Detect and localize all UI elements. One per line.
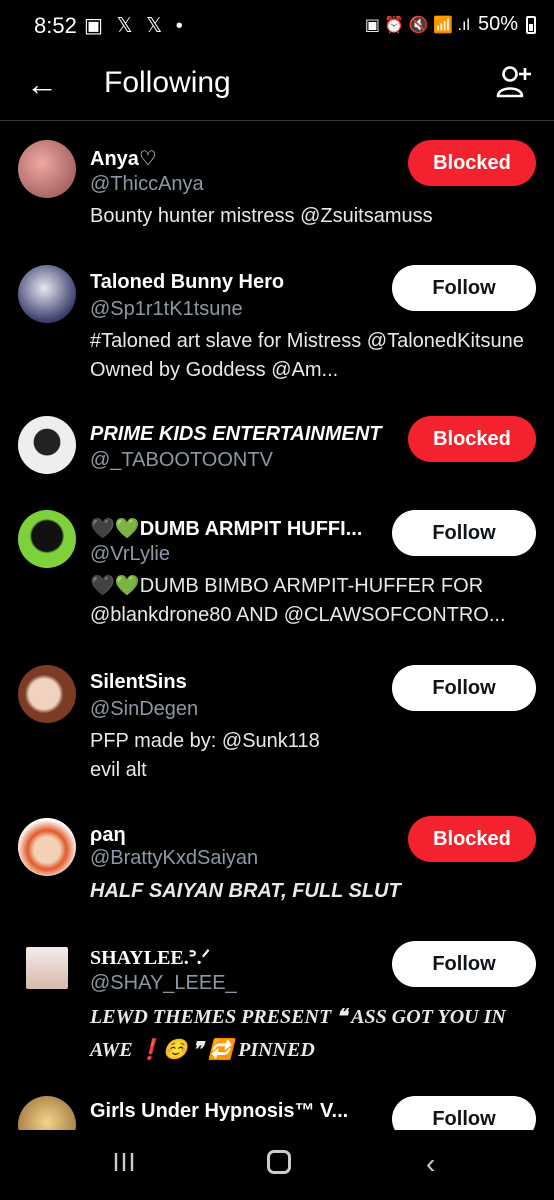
handle: @_TABOOTOONTV bbox=[90, 449, 273, 471]
handle: @ThiccAnya bbox=[90, 173, 204, 195]
page-title: Following bbox=[104, 66, 231, 99]
follow-button[interactable]: Follow bbox=[392, 510, 536, 556]
status-bar: 8:52 ▣ 𝕏 𝕏 • ▣ ⏰ 🔇 📶 .ıl 50% bbox=[0, 0, 554, 52]
display-name: Taloned Bunny Hero bbox=[90, 271, 285, 293]
handle: @BrattyKxdSaiyan bbox=[90, 847, 259, 869]
back-arrow-icon[interactable]: ← bbox=[26, 66, 58, 103]
display-name: Anya♡ bbox=[90, 148, 157, 170]
header: ← Following bbox=[0, 52, 554, 121]
nav-back-icon[interactable]: ‹ bbox=[426, 1148, 435, 1180]
bio: #Taloned art slave for Mistress @Taloned… bbox=[90, 330, 524, 381]
blocked-button[interactable]: Blocked bbox=[408, 816, 536, 862]
status-time: 8:52 bbox=[34, 13, 77, 38]
handle: @Sp1r1tK1tsune bbox=[90, 298, 243, 320]
display-name: ρaη bbox=[90, 824, 126, 846]
bio: HALF SAIYAN BRAT, FULL SLUT bbox=[90, 880, 401, 902]
bio: 🖤💚DUMB BIMBO ARMPIT-HUFFER FOR @blankdro… bbox=[90, 575, 506, 626]
battery-percent: 50% bbox=[477, 13, 518, 35]
avatar[interactable] bbox=[26, 947, 68, 989]
status-right: ▣ ⏰ 🔇 📶 .ıl 50% bbox=[365, 13, 536, 36]
avatar[interactable] bbox=[18, 818, 76, 876]
handle: @SinDegen bbox=[90, 698, 199, 720]
avatar[interactable] bbox=[18, 510, 76, 568]
avatar[interactable] bbox=[18, 665, 76, 723]
bio: LEWD THEMES PRESENT ❝ ASS GOT YOU IN AWE… bbox=[90, 1006, 506, 1061]
system-nav-bar: ‹ bbox=[0, 1130, 554, 1200]
handle: @VrLylie bbox=[90, 543, 170, 565]
battery-icon bbox=[526, 15, 536, 34]
wifi-signal-icons: ▣ ⏰ 🔇 📶 .ıl bbox=[364, 16, 470, 34]
display-name: PRIME KIDS ENTERTAINMENT bbox=[90, 423, 382, 445]
avatar[interactable] bbox=[18, 416, 76, 474]
avatar[interactable] bbox=[18, 1096, 76, 1130]
blocked-button[interactable]: Blocked bbox=[408, 140, 536, 186]
follow-button[interactable]: Follow bbox=[392, 265, 536, 311]
home-icon[interactable] bbox=[267, 1150, 291, 1174]
list-item[interactable]: Girls Under Hypnosis™ V... Follow bbox=[0, 1090, 554, 1130]
follow-button[interactable]: Follow bbox=[392, 941, 536, 987]
avatar[interactable] bbox=[18, 265, 76, 323]
recent-apps-icon[interactable] bbox=[112, 1150, 136, 1174]
display-name: 🖤💚DUMB ARMPIT HUFFI... bbox=[90, 518, 363, 540]
display-name: SilentSins bbox=[90, 671, 187, 693]
blocked-button[interactable]: Blocked bbox=[408, 416, 536, 462]
bio: Bounty hunter mistress @Zsuitsamuss bbox=[90, 205, 433, 227]
follow-button[interactable]: Follow bbox=[392, 665, 536, 711]
display-name: Girls Under Hypnosis™ V... bbox=[90, 1100, 349, 1122]
handle: @SHAY_LEEE_ bbox=[90, 972, 237, 994]
notification-icons: ▣ 𝕏 𝕏 • bbox=[84, 15, 187, 37]
add-user-icon[interactable] bbox=[496, 64, 532, 100]
bio: PFP made by: @Sunk118 evil alt bbox=[90, 730, 320, 781]
follow-button[interactable]: Follow bbox=[392, 1096, 536, 1130]
display-name: SHAYLEE.ᐣ.ᐟ bbox=[90, 947, 211, 969]
avatar[interactable] bbox=[18, 140, 76, 198]
